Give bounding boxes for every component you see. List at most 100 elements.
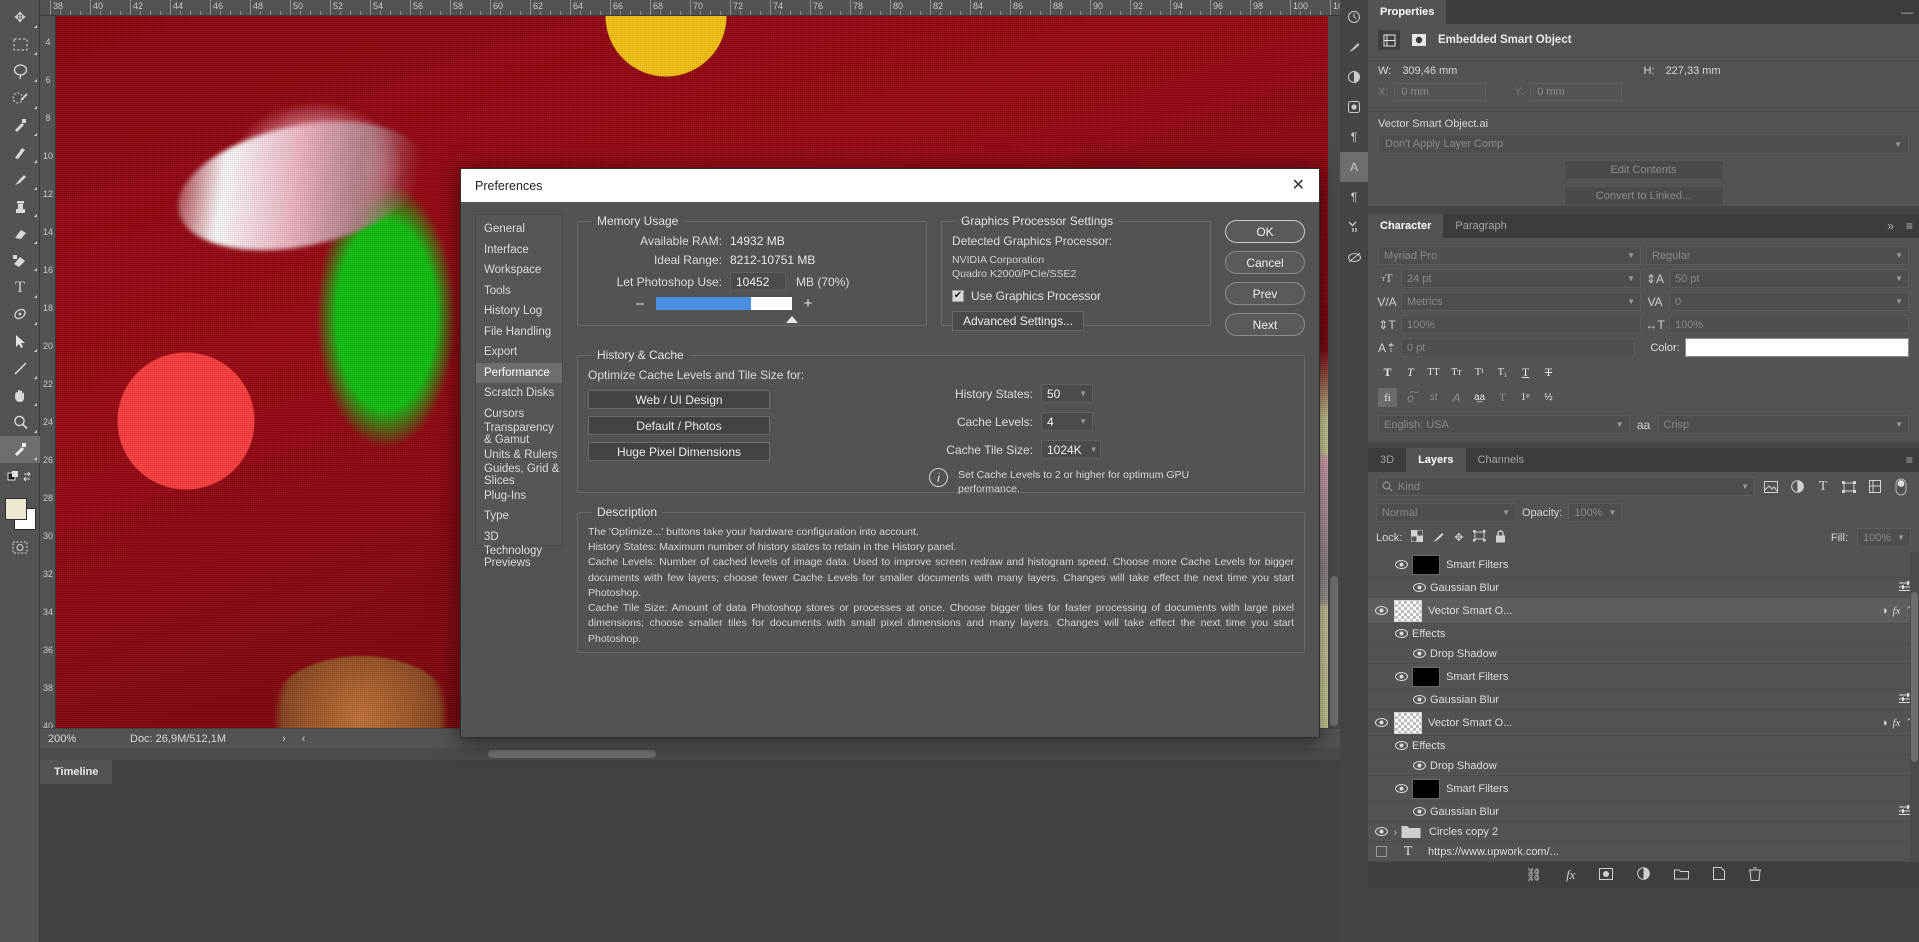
visibility-eye-icon[interactable]: [1390, 784, 1412, 793]
opacity-input[interactable]: 100% ▼: [1568, 503, 1623, 522]
paragraph-styles-icon[interactable]: ¶: [1340, 122, 1368, 152]
visibility-eye-icon[interactable]: [1368, 846, 1394, 857]
canvas-vertical-scrollbar[interactable]: [1328, 16, 1340, 728]
leading-select[interactable]: 50 pt ▼: [1669, 269, 1909, 288]
layer-name[interactable]: Smart Filters: [1446, 559, 1913, 571]
properties-panel[interactable]: Embedded Smart Object W: 309,46 mm H: 22…: [1368, 24, 1919, 206]
ok-button[interactable]: OK: [1225, 220, 1305, 243]
fractions-button[interactable]: ½: [1539, 388, 1558, 407]
gradient-tool[interactable]: [0, 247, 40, 274]
optimize-default-photos-button[interactable]: Default / Photos: [588, 416, 770, 435]
table-row[interactable]: Gaussian Blur: [1368, 802, 1919, 822]
visibility-eye-icon[interactable]: [1408, 807, 1430, 816]
layer-name[interactable]: Gaussian Blur: [1430, 806, 1899, 818]
tools-panel[interactable]: ✥ T: [0, 0, 40, 942]
vertical-scale-input[interactable]: 100%: [1401, 315, 1641, 334]
tools-preset-icon[interactable]: [1340, 212, 1368, 242]
standard-ligatures-button[interactable]: fi: [1378, 388, 1397, 407]
preferences-dialog[interactable]: Preferences ✕ General Interface Workspace T…: [460, 168, 1320, 738]
discretionary-ligatures-button[interactable]: st: [1424, 388, 1443, 407]
blend-opacity-row[interactable]: Normal ▼ Opacity: 100% ▼: [1368, 501, 1919, 526]
type-filter-icon[interactable]: T: [1813, 477, 1833, 496]
shape-filter-icon[interactable]: [1839, 477, 1859, 496]
pref-category-transparency-gamut[interactable]: Transparency & Gamut: [476, 422, 562, 446]
dialog-body[interactable]: General Interface Workspace Tools History Lo…: [461, 202, 1319, 739]
expand-icon[interactable]: »: [1881, 214, 1900, 238]
text-color-swatch[interactable]: [1684, 338, 1909, 357]
let-photoshop-use-input[interactable]: 10452: [730, 272, 786, 291]
lock-image-icon[interactable]: [1432, 530, 1445, 546]
preferences-category-list[interactable]: General Interface Workspace Tools History Lo…: [475, 214, 563, 569]
dock-panel-stack[interactable]: Properties — Embedded Smart Object W: 30…: [1368, 0, 1919, 942]
filter-toggle-switch[interactable]: [1891, 477, 1911, 496]
layer-name[interactable]: Drop Shadow: [1430, 760, 1913, 772]
table-row[interactable]: Gaussian Blur: [1368, 578, 1919, 598]
history-states-row[interactable]: History States: 50 ▼: [923, 384, 1213, 403]
cache-tile-size-select[interactable]: 1024K ▼: [1041, 440, 1101, 459]
contextual-alternates-button[interactable]: o͠: [1401, 388, 1420, 407]
cache-tile-size-row[interactable]: Cache Tile Size: 1024K ▼: [923, 440, 1213, 459]
advanced-settings-button[interactable]: Advanced Settings...: [952, 311, 1085, 332]
pref-category-units-rulers[interactable]: Units & Rulers: [476, 445, 562, 466]
table-row[interactable]: Drop Shadow: [1368, 756, 1919, 776]
visibility-eye-icon[interactable]: [1408, 583, 1430, 592]
font-style-select[interactable]: Regular ▼: [1646, 246, 1909, 265]
smart-object-icon[interactable]: [1378, 30, 1400, 50]
font-size-select[interactable]: 24 pt ▼: [1401, 269, 1641, 288]
visibility-eye-icon[interactable]: [1390, 672, 1412, 681]
pref-category-plug-ins[interactable]: Plug-Ins: [476, 486, 562, 507]
collapse-icon[interactable]: —: [1895, 0, 1919, 24]
foreground-color-swatch[interactable]: [5, 498, 27, 520]
slider-increase-button[interactable]: +: [802, 296, 814, 311]
stylistic-alternates-button[interactable]: a͢a: [1470, 388, 1489, 407]
strikethrough-button[interactable]: T: [1539, 363, 1558, 382]
eyedropper-tool[interactable]: [0, 112, 40, 139]
character-tabbar[interactable]: Character Paragraph » ≡: [1368, 214, 1919, 238]
xy-row[interactable]: X: 0 mm Y: 0 mm: [1368, 81, 1919, 109]
pref-category-cursors[interactable]: Cursors: [476, 404, 562, 425]
table-row[interactable]: Effects: [1368, 736, 1919, 756]
tab-properties[interactable]: Properties: [1368, 0, 1447, 24]
dialog-buttons[interactable]: OK Cancel Prev Next: [1225, 214, 1305, 336]
timeline-panel[interactable]: Timeline: [40, 760, 1340, 942]
zoom-level[interactable]: 200%: [40, 733, 100, 745]
table-row[interactable]: Effects: [1368, 624, 1919, 644]
underline-button[interactable]: T: [1516, 363, 1535, 382]
tab-timeline[interactable]: Timeline: [40, 760, 113, 784]
visibility-eye-icon[interactable]: [1368, 827, 1394, 836]
color-swatches[interactable]: [0, 494, 40, 534]
panel-menu-icon[interactable]: ≡: [1899, 448, 1919, 472]
type-tool[interactable]: T: [0, 274, 40, 301]
visibility-eye-icon[interactable]: [1408, 695, 1430, 704]
pref-category-scratch-disks[interactable]: Scratch Disks: [476, 383, 562, 404]
visibility-eye-icon[interactable]: [1390, 560, 1412, 569]
panel-menu-icon[interactable]: ≡: [1899, 214, 1919, 238]
table-row[interactable]: Gaussian Blur: [1368, 690, 1919, 710]
adjustments-icon[interactable]: [1340, 62, 1368, 92]
healing-brush-tool[interactable]: [0, 139, 40, 166]
styles-icon[interactable]: [1340, 92, 1368, 122]
use-graphics-processor-row[interactable]: ✔ Use Graphics Processor: [952, 289, 1200, 303]
tab-paragraph[interactable]: Paragraph: [1443, 214, 1519, 238]
brush-presets-icon[interactable]: [1340, 32, 1368, 62]
layers-tabbar[interactable]: 3D Layers Channels ≡: [1368, 448, 1919, 472]
layer-name[interactable]: https://www.upwork.com/...: [1428, 846, 1913, 858]
preferences-content[interactable]: Memory Usage Available RAM: 14932 MB Ide…: [563, 214, 1305, 725]
kerning-tracking-row[interactable]: V/A Metrics ▼ VA 0 ▼: [1377, 292, 1909, 311]
right-dock[interactable]: ¶ A ¶ Properties — Embedded Smart Object…: [1340, 0, 1919, 942]
status-expand-arrow[interactable]: ›: [282, 733, 286, 745]
layer-name[interactable]: Effects: [1412, 740, 1913, 752]
layers-panel[interactable]: Kind ▼ T Normal ▼ Opacity: 100% ▼ Lock: …: [1368, 472, 1919, 888]
faux-italic-button[interactable]: T: [1401, 363, 1420, 382]
y-input[interactable]: 0 mm: [1530, 83, 1623, 101]
dock-icon-bar[interactable]: ¶ A ¶: [1340, 0, 1368, 942]
memory-slider-row[interactable]: – +: [588, 296, 916, 323]
opentype-buttons[interactable]: fi o͠ st A a͢a T 1ˢᵗ ½: [1378, 388, 1909, 407]
scale-row[interactable]: ⇕T 100% ↔T 100%: [1378, 315, 1909, 334]
tab-character[interactable]: Character: [1368, 214, 1444, 238]
font-style-buttons[interactable]: T T TT Tᴛ T¹ T₁ T T: [1378, 363, 1909, 382]
layer-mask-icon[interactable]: ◑: [1881, 717, 1888, 729]
layer-mask-icon[interactable]: ◑: [1881, 605, 1888, 617]
pref-category-file-handling[interactable]: File Handling: [476, 322, 562, 343]
layer-comp-select[interactable]: Don't Apply Layer Comp ▼: [1378, 134, 1909, 154]
